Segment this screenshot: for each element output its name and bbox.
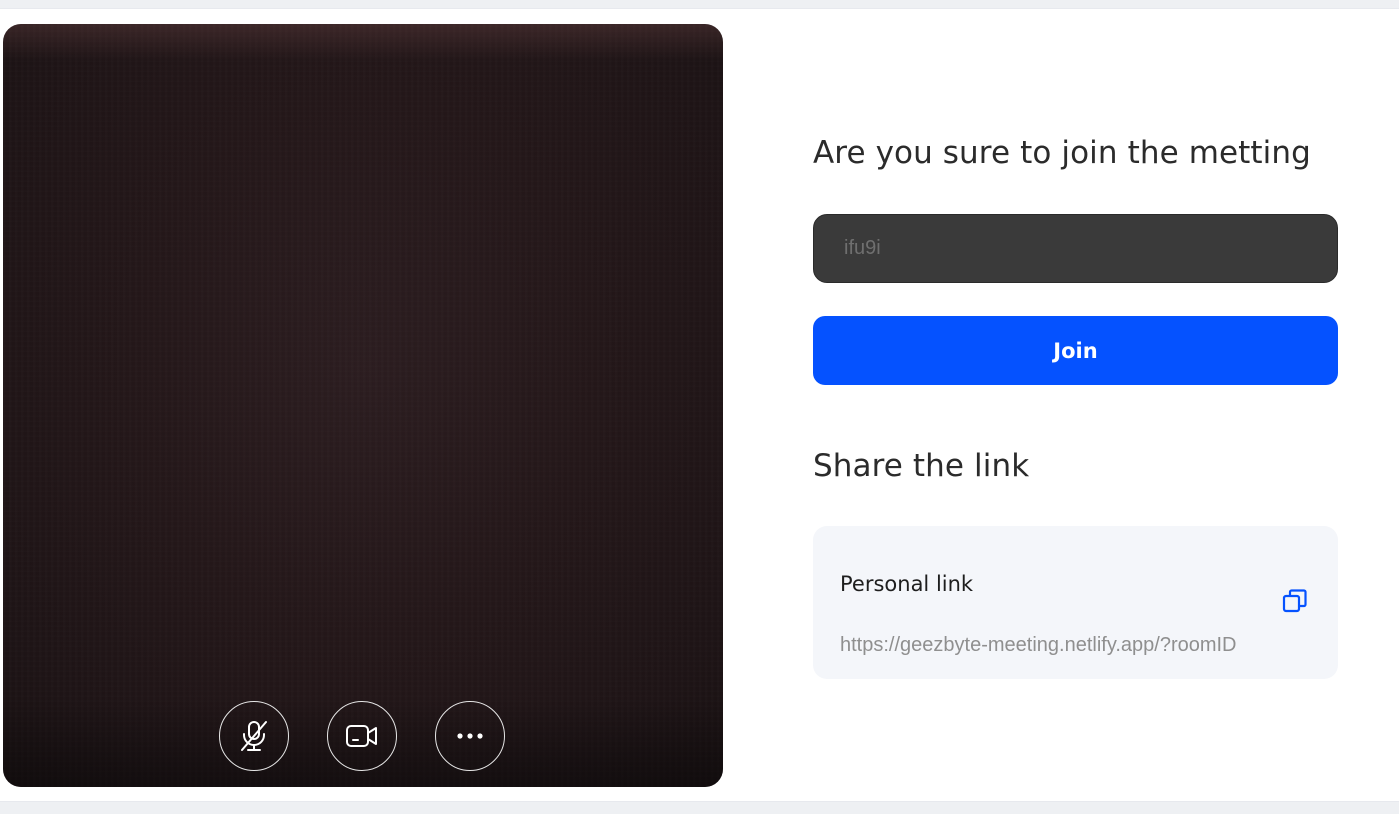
toggle-camera-button[interactable] [327, 701, 397, 771]
copy-icon [1282, 588, 1308, 618]
video-texture [3, 24, 723, 787]
name-input[interactable] [813, 214, 1338, 283]
personal-link-title: Personal link [840, 572, 974, 596]
video-preview [3, 24, 723, 787]
toggle-mic-button[interactable] [219, 701, 289, 771]
copy-link-button[interactable] [1280, 588, 1310, 618]
more-horizontal-icon [455, 732, 485, 740]
page: Are you sure to join the metting Join Sh… [0, 8, 1399, 802]
join-heading: Are you sure to join the metting [813, 135, 1311, 171]
share-heading: Share the link [813, 448, 1030, 484]
video-camera-icon [345, 723, 379, 749]
video-top-light [3, 24, 723, 60]
personal-link-card: Personal link https://geezbyte-meeting.n… [813, 526, 1338, 679]
more-options-button[interactable] [435, 701, 505, 771]
join-button[interactable]: Join [813, 316, 1338, 385]
personal-link-url: https://geezbyte-meeting.netlify.app/?ro… [840, 634, 1237, 656]
mic-off-icon [238, 719, 270, 753]
